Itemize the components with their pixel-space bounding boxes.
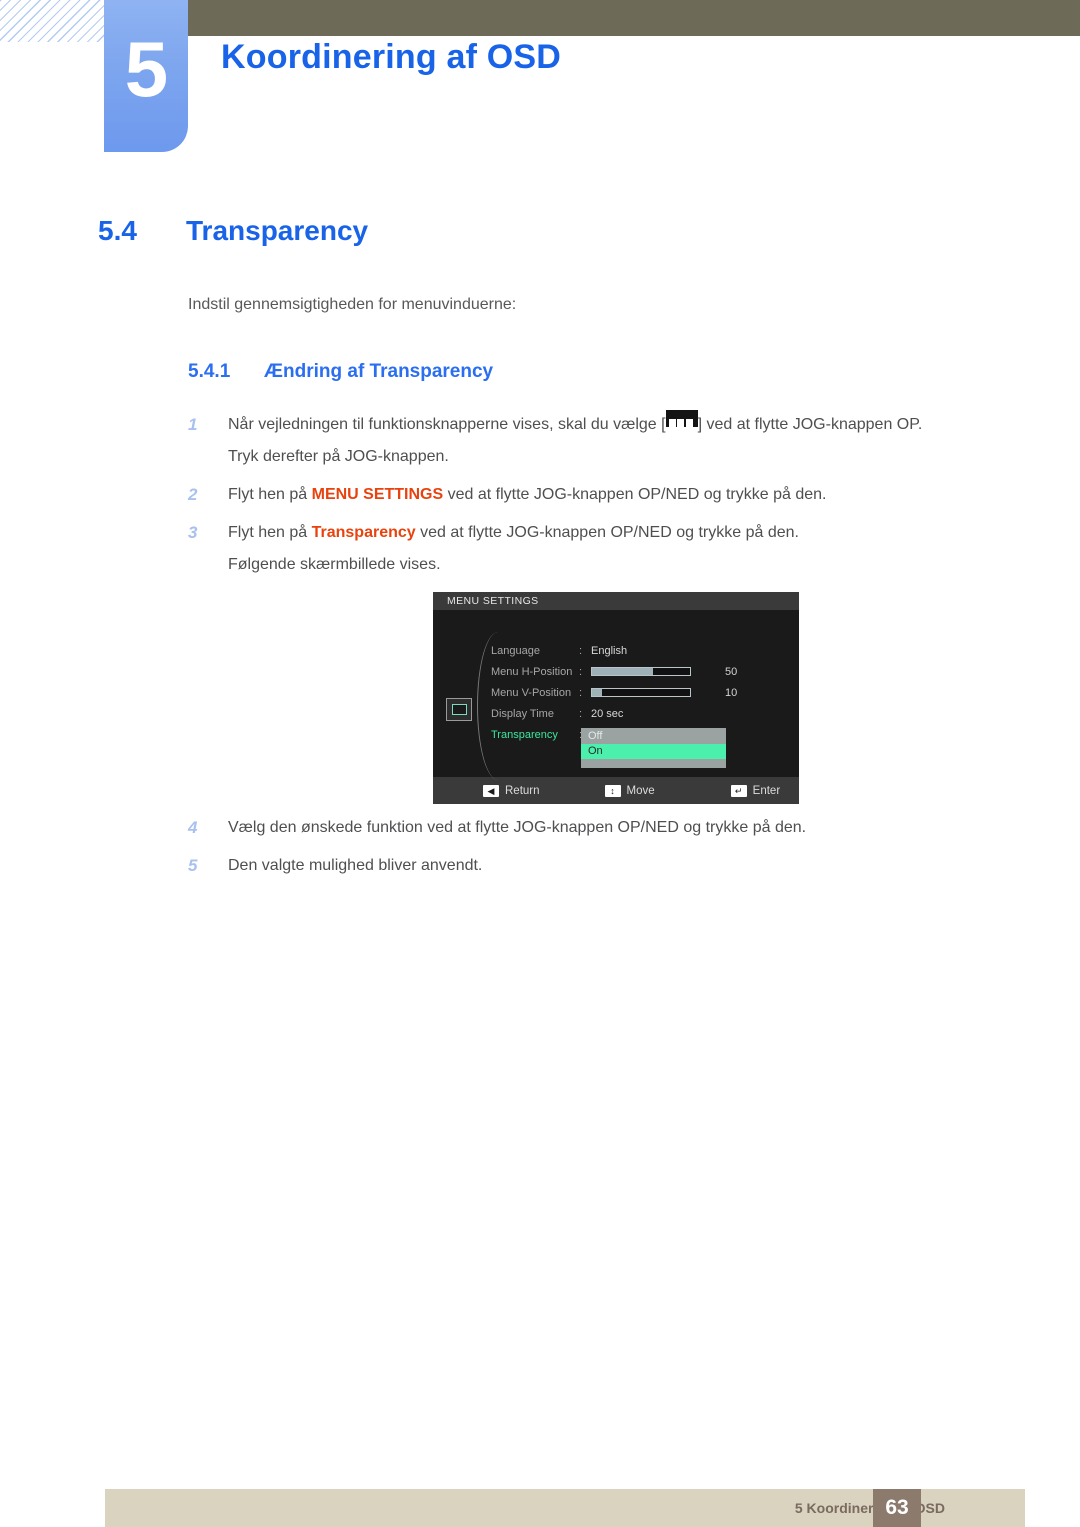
subsection-title: Ændring af Transparency <box>264 361 494 382</box>
osd-colon: : <box>579 707 583 720</box>
page-number-badge: 63 <box>873 1489 921 1527</box>
chapter-number-badge: 5 <box>104 0 188 152</box>
left-arrow-icon: ◀ <box>483 784 499 797</box>
osd-option-off[interactable]: Off <box>581 729 726 744</box>
step-body: Flyt hen på Transparency ved at flytte J… <box>228 517 1018 581</box>
menu-bars-icon <box>665 410 698 432</box>
section-intro-text: Indstil gennemsigtigheden for menuvindue… <box>188 296 517 313</box>
osd-colon: : <box>579 686 583 699</box>
osd-slider[interactable] <box>591 667 691 676</box>
step-text-before: Når vejledningen til funktionsknapperne … <box>228 416 666 433</box>
section-heading: 5.4 Transparency <box>98 215 368 247</box>
header-olive-bar <box>178 0 1080 36</box>
subsection-heading: 5.4.1 Ændring af Transparency <box>188 361 493 383</box>
osd-row-language[interactable]: Language : English <box>491 640 791 661</box>
step-body: Når vejledningen til funktionsknapperne … <box>228 409 1018 473</box>
step-keyword: MENU SETTINGS <box>311 486 444 503</box>
osd-slider[interactable] <box>591 688 691 697</box>
osd-value: English <box>591 644 628 657</box>
osd-move-label: Move <box>626 784 655 797</box>
step-text-before: Flyt hen på <box>228 524 312 541</box>
osd-label: Menu H-Position <box>491 665 573 678</box>
osd-label: Transparency <box>491 728 558 741</box>
osd-enter-label: Enter <box>752 784 781 797</box>
chapter-title: Koordinering af OSD <box>221 38 562 76</box>
osd-value: 20 sec <box>591 707 624 720</box>
section-title: Transparency <box>186 215 369 246</box>
enter-arrow-icon: ↵ <box>730 784 747 797</box>
step-text-before: Flyt hen på <box>228 486 312 503</box>
osd-colon: : <box>579 644 583 657</box>
step-marker: 4 <box>188 818 198 837</box>
osd-label: Display Time <box>491 707 554 720</box>
step-marker: 5 <box>188 856 198 875</box>
section-number: 5.4 <box>98 215 137 246</box>
osd-move-button[interactable]: ↕ Move <box>604 784 655 797</box>
step-marker: 2 <box>188 485 198 504</box>
decorative-hatch-pattern <box>0 0 108 42</box>
osd-label: Language <box>491 644 540 657</box>
step-text-after: ved at flytte JOG-knappen OP/NED og tryk… <box>415 524 799 541</box>
step-marker: 3 <box>188 523 198 542</box>
step-body: Flyt hen på MENU SETTINGS ved at flytte … <box>228 479 1018 511</box>
osd-slider-value: 50 <box>725 665 738 678</box>
subsection-number: 5.4.1 <box>188 361 231 382</box>
osd-row-menu-v-position[interactable]: Menu V-Position : 10 <box>491 682 791 703</box>
list-item: 4 Vælg den ønskede funktion ved at flytt… <box>188 812 1018 844</box>
instruction-steps-list-continued: 4 Vælg den ønskede funktion ved at flytt… <box>188 812 1018 888</box>
list-item: 5 Den valgte mulighed bliver anvendt. <box>188 850 1018 882</box>
osd-transparency-dropdown[interactable]: Off On <box>581 728 726 768</box>
step-body: Den valgte mulighed bliver anvendt. <box>228 857 483 874</box>
osd-return-button[interactable]: ◀ Return <box>483 784 540 797</box>
list-item: 2 Flyt hen på MENU SETTINGS ved at flytt… <box>188 479 1018 511</box>
osd-body: Language : English Menu H-Position : 50 … <box>433 610 799 780</box>
step-text-after: ved at flytte JOG-knappen OP/NED og tryk… <box>443 486 827 503</box>
osd-enter-button[interactable]: ↵ Enter <box>730 784 781 797</box>
osd-slider-value: 10 <box>725 686 738 699</box>
osd-return-label: Return <box>505 784 540 797</box>
osd-title-bar: MENU SETTINGS <box>433 592 799 610</box>
step-continuation: Tryk derefter på JOG-knappen. <box>228 448 449 465</box>
osd-row-display-time[interactable]: Display Time : 20 sec <box>491 703 791 724</box>
display-settings-icon <box>446 698 472 721</box>
step-body: Vælg den ønskede funktion ved at flytte … <box>228 819 807 836</box>
step-text-after: ] ved at flytte JOG-knappen OP. <box>697 416 923 433</box>
osd-footer-bar: ◀ Return ↕ Move ↵ Enter <box>433 777 799 804</box>
step-marker: 1 <box>188 415 198 434</box>
instruction-steps-list: 1 Når vejledningen til funktionsknappern… <box>188 409 1018 587</box>
osd-option-on[interactable]: On <box>581 744 726 759</box>
osd-row-menu-h-position[interactable]: Menu H-Position : 50 <box>491 661 791 682</box>
osd-colon: : <box>579 665 583 678</box>
step-continuation: Følgende skærmbillede vises. <box>228 556 441 573</box>
up-down-arrow-icon: ↕ <box>604 784 621 797</box>
list-item: 1 Når vejledningen til funktionsknappern… <box>188 409 1018 473</box>
osd-menu-screenshot: MENU SETTINGS Language : English Menu H-… <box>433 592 799 804</box>
step-keyword: Transparency <box>311 524 416 541</box>
footer-chapter-label: 5 Koordinering af OSD <box>794 1500 945 1516</box>
list-item: 3 Flyt hen på Transparency ved at flytte… <box>188 517 1018 581</box>
chapter-number: 5 <box>124 25 168 113</box>
osd-label: Menu V-Position <box>491 686 572 699</box>
